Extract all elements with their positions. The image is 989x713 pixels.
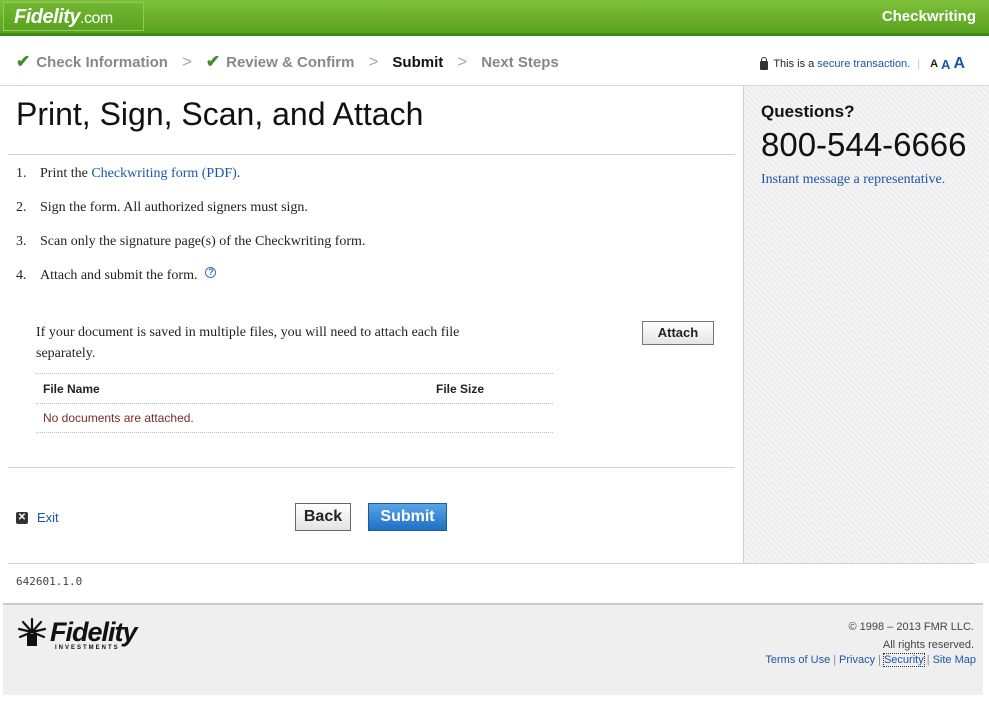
security-link[interactable]: Security (882, 653, 925, 667)
checkmark-icon: ✔ (205, 52, 221, 71)
step-label: Next Steps (481, 53, 559, 71)
list-item: 3. Scan only the signature page(s) of th… (16, 234, 365, 268)
table-row: No documents are attached. (36, 403, 553, 433)
list-item: 2. Sign the form. All authorized signers… (16, 200, 365, 234)
support-phone-number: 800-544-6666 (761, 126, 967, 163)
checkmark-icon: ✔ (16, 52, 31, 71)
step-check-information: ✔ Check Information (16, 52, 168, 72)
multi-file-note: If your document is saved in multiple fi… (36, 325, 460, 361)
item-text: Print the Checkwriting form (PDF). (40, 166, 240, 182)
divider: | (833, 654, 837, 666)
item-text: Attach and submit the form. (40, 268, 198, 283)
questions-sidebar: Questions? 800-544-6666 Instant message … (743, 86, 989, 563)
step-label: Submit (392, 53, 444, 71)
attach-button[interactable]: Attach (642, 321, 714, 345)
copyright-line: © 1998 – 2013 FMR LLC. (848, 621, 974, 633)
instant-message-link[interactable]: Instant message a representative. (761, 172, 945, 188)
exit-control[interactable]: ✕ Exit (16, 510, 59, 525)
divider (8, 154, 735, 155)
text-size-medium-button[interactable]: A (941, 57, 950, 72)
step-next-steps: Next Steps (481, 54, 559, 71)
terms-of-use-link[interactable]: Terms of Use (765, 654, 830, 666)
item-text-after: . (236, 166, 241, 181)
top-header-bar: Fidelity.com Checkwriting (0, 0, 989, 36)
chevron-right-icon: > (181, 52, 192, 71)
column-header-file-size: File Size (436, 381, 485, 396)
item-number: 2. (16, 200, 27, 215)
chevron-right-icon: > (457, 52, 468, 71)
item-text: Scan only the signature page(s) of the C… (40, 234, 366, 249)
secure-prefix: This is a (773, 58, 815, 70)
copyright: © 1998 – 2013 FMR LLC. All rights reserv… (848, 618, 974, 654)
page-title: Print, Sign, Scan, and Attach (16, 96, 424, 132)
logo-text: Fidelity.com (14, 6, 113, 29)
progress-steps: ✔ Check Information > ✔ Review & Confirm… (16, 52, 559, 72)
divider: | (878, 654, 881, 666)
divider (8, 563, 975, 564)
footer-logo-word: Fidelity (50, 617, 138, 647)
divider: | (926, 654, 930, 666)
questions-title: Questions? (761, 102, 855, 121)
divider: | (917, 58, 921, 70)
step-review-confirm: ✔ Review & Confirm (206, 52, 355, 72)
item-text-before: Print the (40, 166, 92, 181)
empty-table-message: No documents are attached. (43, 411, 194, 425)
fidelity-investments-logo[interactable]: Fidelity INVESTMENTS (17, 617, 138, 651)
text-size-small-button[interactable]: A (930, 58, 938, 70)
page-footer: Fidelity INVESTMENTS © 1998 – 2013 FMR L… (3, 603, 983, 695)
fidelity-com-logo[interactable]: Fidelity.com (3, 2, 144, 31)
copyright-line: All rights reserved. (882, 639, 974, 651)
privacy-link[interactable]: Privacy (839, 654, 875, 666)
page-id: 642601.1.0 (16, 575, 83, 588)
divider (8, 467, 735, 468)
fidelity-burst-icon (17, 617, 47, 646)
text-size-large-button[interactable]: A (953, 55, 965, 73)
secure-transaction-link[interactable]: secure transaction. (817, 58, 910, 70)
step-label: Check Information (36, 53, 168, 71)
lock-icon (760, 56, 769, 70)
close-icon[interactable]: ✕ (16, 511, 28, 524)
secure-transaction-notice: This is a secure transaction. | A A A (760, 55, 965, 73)
help-icon[interactable]: ? (205, 267, 217, 278)
checkwriting-form-pdf-link[interactable]: Checkwriting form (PDF) (91, 166, 236, 181)
site-map-link[interactable]: Site Map (933, 654, 976, 666)
item-text: Sign the form. All authorized signers mu… (40, 200, 308, 215)
app-title: Checkwriting (881, 8, 976, 25)
column-header-file-name: File Name (43, 381, 100, 396)
footer-logo-sub: INVESTMENTS (55, 645, 120, 651)
back-button[interactable]: Back (295, 503, 351, 531)
item-number: 3. (16, 234, 27, 249)
attached-files-table: File Name File Size No documents are att… (36, 373, 553, 433)
submit-button[interactable]: Submit (368, 503, 447, 531)
list-item: 4. Attach and submit the form. ? (16, 267, 365, 302)
instruction-list: 1. Print the Checkwriting form (PDF). 2.… (16, 166, 365, 302)
table-header-row: File Name File Size (36, 373, 553, 403)
step-label: Review & Confirm (226, 53, 355, 71)
logo-main-text: Fidelity (14, 6, 81, 28)
item-number: 1. (16, 166, 27, 181)
step-submit: Submit (392, 54, 443, 71)
footer-links: Terms of Use | Privacy | Security | Site… (765, 653, 976, 667)
exit-link[interactable]: Exit (37, 510, 59, 525)
chevron-right-icon: > (368, 52, 379, 71)
list-item: 1. Print the Checkwriting form (PDF). (16, 166, 365, 200)
item-number: 4. (16, 268, 27, 283)
logo-suffix-text: .com (80, 10, 113, 27)
